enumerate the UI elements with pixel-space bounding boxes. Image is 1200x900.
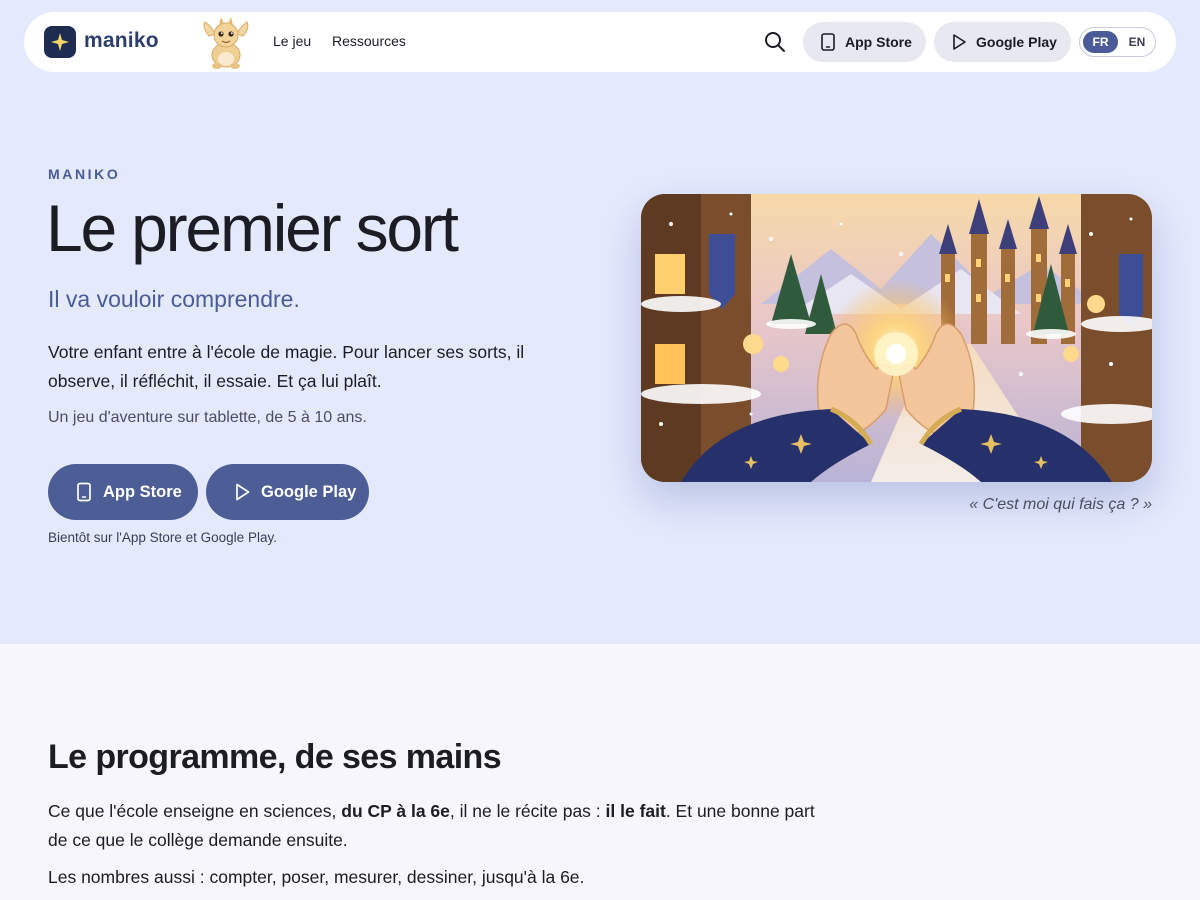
lang-option-fr[interactable]: FR — [1083, 31, 1118, 53]
top-navbar: maniko Le jeu Ressources App Store Googl… — [24, 12, 1176, 72]
hero-body-text: Votre enfant entre à l'école de magie. P… — [48, 342, 525, 391]
hero-subtitle: Il va vouloir comprendre. — [48, 286, 300, 312]
hero-google-play-label: Google Play — [261, 482, 357, 501]
nav-link-le-jeu[interactable]: Le jeu — [273, 33, 311, 49]
availability-note: Bientôt sur l'App Store et Google Play. — [48, 530, 277, 545]
program-text-part: , il ne le récite pas : — [449, 801, 606, 821]
program-paragraph-2: Les nombres aussi : compter, poser, mesu… — [48, 867, 585, 887]
program-highlight-doing: il le fait — [605, 801, 666, 821]
hero-google-play-button[interactable]: Google Play — [206, 464, 369, 520]
brand-logo-text[interactable]: maniko — [84, 29, 159, 53]
program-paragraph-1: Ce que l'école enseigne en sciences, du … — [48, 797, 818, 855]
program-highlight-grades: du CP à la 6e — [341, 801, 450, 821]
lang-option-en[interactable]: EN — [1122, 31, 1152, 53]
program-text-part: Ce que l'école enseigne en sciences, — [48, 801, 342, 821]
language-switcher[interactable]: FR EN — [1079, 27, 1156, 57]
program-title: Le programme, de ses mains — [48, 738, 502, 776]
play-icon — [953, 34, 966, 50]
hero-eyebrow: MANIKO — [48, 166, 121, 182]
hero-app-store-label: App Store — [103, 482, 182, 501]
tablet-icon — [821, 33, 835, 51]
hero-title: Le premier sort — [46, 191, 459, 265]
nav-google-play-label: Google Play — [976, 34, 1057, 50]
sparkle-icon[interactable] — [44, 26, 76, 58]
illustration-caption: « C'est moi qui fais ça ? » — [969, 496, 1152, 513]
nav-app-store-label: App Store — [845, 34, 912, 50]
dragon-mascot-icon — [200, 14, 252, 70]
tablet-icon — [77, 482, 91, 502]
hero-tagline: Un jeu d'aventure sur tablette, de 5 à 1… — [48, 409, 367, 426]
search-icon[interactable] — [762, 29, 788, 55]
hero-app-store-button[interactable]: App Store — [48, 464, 198, 520]
play-icon — [236, 483, 250, 501]
hero-illustration — [641, 194, 1152, 482]
nav-link-ressources[interactable]: Ressources — [332, 33, 406, 49]
nav-google-play-button[interactable]: Google Play — [934, 22, 1071, 62]
nav-app-store-button[interactable]: App Store — [803, 22, 926, 62]
